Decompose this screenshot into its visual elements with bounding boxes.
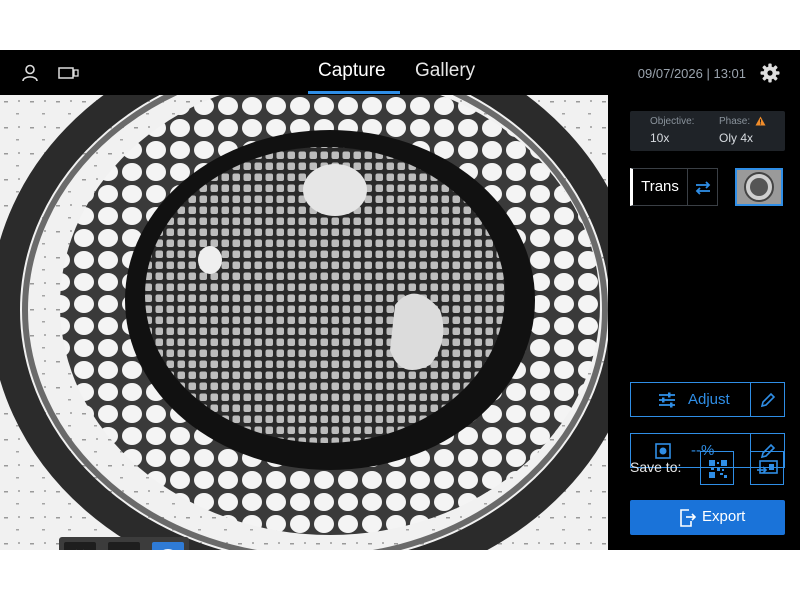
qr-icon — [709, 460, 727, 478]
save-to-gallery-button[interactable] — [700, 451, 734, 485]
color-tool-button[interactable] — [152, 542, 184, 550]
tab-capture[interactable]: Capture — [318, 60, 386, 82]
grid-icon — [76, 549, 84, 550]
top-bar: Capture Gallery 09/07/2026 | 13:01 — [0, 50, 800, 95]
user-icon[interactable] — [20, 63, 40, 83]
optics-info: Objective: 10x Phase: Oly 4x — [630, 111, 785, 151]
edit-adjust-button[interactable] — [750, 382, 785, 417]
thumbnail-image — [737, 170, 781, 204]
gear-icon[interactable] — [760, 63, 780, 83]
adjust-label: Adjust — [688, 391, 730, 408]
tab-gallery[interactable]: Gallery — [415, 60, 475, 82]
illumination-mode-button[interactable]: Trans — [630, 168, 688, 206]
camera-icon[interactable] — [58, 66, 80, 80]
warning-icon — [755, 116, 766, 126]
sliders-icon — [659, 392, 675, 408]
save-to-label: Save to: — [630, 459, 682, 475]
phase-value: Oly 4x — [719, 131, 754, 145]
adjust-button[interactable]: Adjust — [630, 382, 751, 417]
export-label: Export — [702, 508, 746, 525]
export-button[interactable]: Export — [630, 500, 785, 535]
image-settings-icon — [655, 443, 671, 459]
view-toolbar — [59, 537, 189, 550]
palette-icon — [163, 549, 173, 550]
monitor-import-icon — [757, 460, 778, 474]
phase-label: Phase: — [719, 116, 751, 127]
microscope-app: Capture Gallery 09/07/2026 | 13:01 Objec… — [0, 50, 800, 550]
datetime-display: 09/07/2026 | 13:01 — [637, 66, 746, 81]
specimen-image — [0, 95, 608, 550]
specimen-thumbnail[interactable] — [735, 168, 783, 206]
control-panel: Objective: 10x Phase: Oly 4x Trans Adjus… — [608, 95, 800, 550]
objective-label: Objective: — [650, 116, 695, 127]
switch-mode-button[interactable] — [688, 168, 718, 206]
export-icon — [680, 509, 696, 527]
swap-icon — [695, 181, 711, 195]
grid-tool-button[interactable] — [64, 542, 96, 550]
active-tab-indicator — [308, 91, 400, 94]
save-to-device-button[interactable] — [750, 451, 784, 485]
ruler-icon — [108, 542, 140, 550]
objective-value: 10x — [650, 131, 670, 145]
microscope-live-view[interactable] — [0, 95, 608, 550]
measure-tool-button[interactable] — [108, 542, 140, 550]
pencil-icon — [760, 392, 776, 408]
